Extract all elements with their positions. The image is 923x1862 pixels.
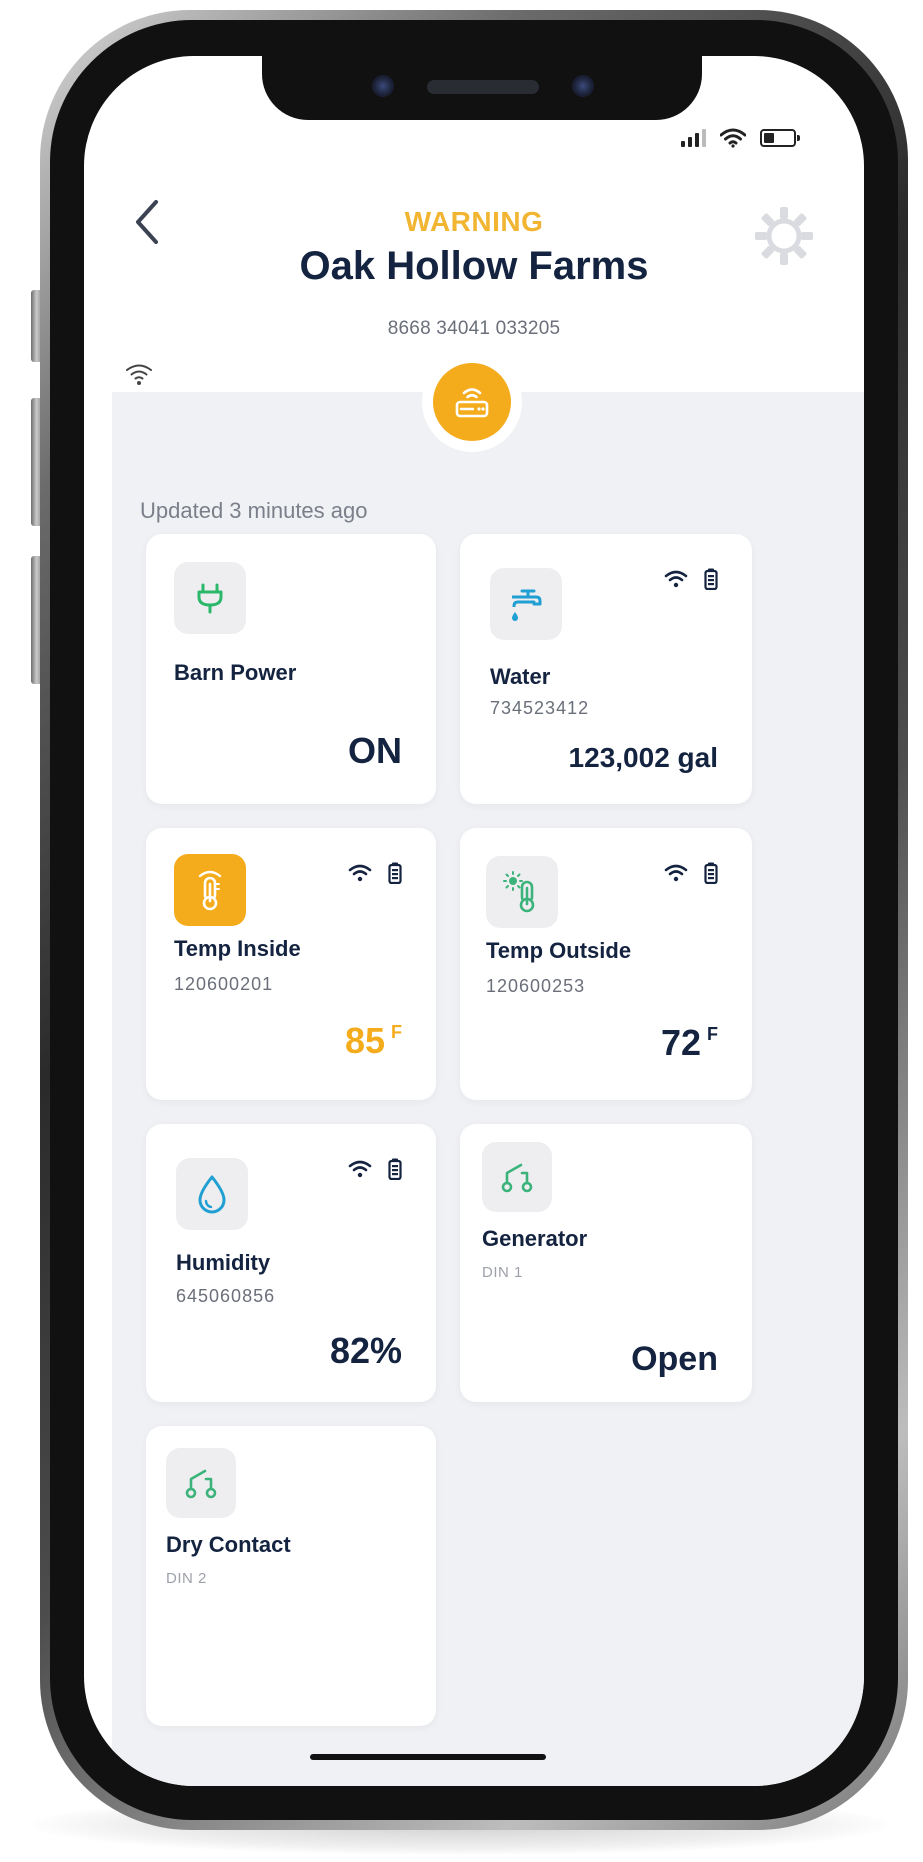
- wifi-icon: [664, 864, 688, 882]
- value-number: 72: [660, 1022, 701, 1063]
- wifi-icon: [348, 864, 372, 882]
- card-serial: DIN 2: [166, 1570, 207, 1587]
- sensor-card-dry-contact[interactable]: Dry Contact DIN 2: [146, 1426, 436, 1726]
- wifi-icon: [664, 570, 688, 588]
- dry-contact-icon: [185, 1469, 217, 1499]
- sensor-card-generator[interactable]: Generator DIN 1 Open: [460, 1124, 752, 1402]
- card-name: Barn Power: [174, 660, 297, 685]
- card-name: Temp Inside: [174, 936, 301, 961]
- battery-icon: [388, 862, 402, 884]
- camera-icon: [572, 75, 594, 97]
- connectivity-badges: [664, 568, 718, 590]
- card-name: Water: [490, 664, 551, 689]
- card-value: ON: [348, 730, 402, 771]
- card-serial: DIN 1: [482, 1264, 523, 1281]
- phone-bezel: WARNING Oak Hollow Farms 8668 34041 0332…: [50, 20, 898, 1820]
- screen: WARNING Oak Hollow Farms 8668 34041 0332…: [84, 56, 864, 1786]
- wifi-connection-icon: [126, 364, 152, 385]
- phone-frame: WARNING Oak Hollow Farms 8668 34041 0332…: [40, 10, 908, 1830]
- thermometer-sun-icon: [503, 871, 535, 913]
- home-indicator[interactable]: [310, 1754, 546, 1760]
- card-icon-box: [482, 1142, 552, 1212]
- card-value: 85 F: [345, 1020, 402, 1062]
- last-updated-text: Updated 3 minutes ago: [140, 498, 368, 523]
- card-value: 123,002 gal: [568, 742, 718, 773]
- water-drop-icon: [198, 1175, 226, 1214]
- card-icon-box: [166, 1448, 236, 1518]
- card-serial: 645060856: [176, 1286, 276, 1306]
- gateway-router-icon: [455, 388, 489, 418]
- dry-contact-icon: [501, 1163, 533, 1193]
- sensor-icon: [372, 75, 394, 97]
- connectivity-badges: [348, 1158, 402, 1180]
- site-status-label: WARNING: [404, 206, 544, 237]
- card-serial: 120600201: [174, 974, 274, 994]
- sensor-card-temp-inside[interactable]: Temp Inside 120600201 85 F: [146, 828, 436, 1100]
- sensor-card-water[interactable]: Water 734523412 123,002 gal: [460, 534, 752, 804]
- card-icon-box-alert: [174, 854, 246, 926]
- gateway-button[interactable]: [422, 352, 522, 452]
- card-value: 82%: [329, 1330, 402, 1371]
- sensor-card-temp-outside[interactable]: Temp Outside 120600253 72 F: [460, 828, 752, 1100]
- notch: [262, 56, 702, 120]
- card-value: 72 F: [661, 1022, 718, 1064]
- speaker-grille: [427, 80, 539, 94]
- thermometer-icon: [198, 870, 222, 911]
- value-unit: F: [707, 1024, 718, 1044]
- battery-icon: [704, 568, 718, 590]
- card-value: Open: [631, 1340, 718, 1378]
- wifi-status-icon: [720, 128, 746, 148]
- card-name: Dry Contact: [166, 1532, 291, 1557]
- sensor-card-barn-power[interactable]: Barn Power ON: [146, 534, 436, 804]
- card-name: Temp Outside: [486, 938, 632, 963]
- battery-status-icon: [760, 129, 800, 147]
- wifi-icon: [348, 1160, 372, 1178]
- value-unit: F: [391, 1022, 402, 1042]
- sensor-card-humidity[interactable]: Humidity 645060856 82%: [146, 1124, 436, 1402]
- site-id: 8668 34041 033205: [387, 318, 561, 339]
- card-icon-box: [486, 856, 558, 928]
- battery-icon: [388, 1158, 402, 1180]
- battery-icon: [704, 862, 718, 884]
- card-icon-box: [174, 562, 246, 634]
- card-icon-box: [176, 1158, 248, 1230]
- card-serial: 734523412: [490, 698, 590, 718]
- card-name: Generator: [482, 1226, 588, 1251]
- card-name: Humidity: [176, 1250, 271, 1275]
- connectivity-badges: [664, 862, 718, 884]
- plug-icon: [197, 583, 223, 614]
- faucet-icon: [512, 589, 542, 621]
- value-number: 85: [344, 1020, 385, 1061]
- card-serial: 120600253: [486, 976, 586, 996]
- page-title: Oak Hollow Farms: [299, 244, 649, 288]
- status-bar: [681, 128, 800, 148]
- connectivity-badges: [348, 862, 402, 884]
- card-icon-box: [490, 568, 562, 640]
- cell-signal-icon: [681, 129, 706, 147]
